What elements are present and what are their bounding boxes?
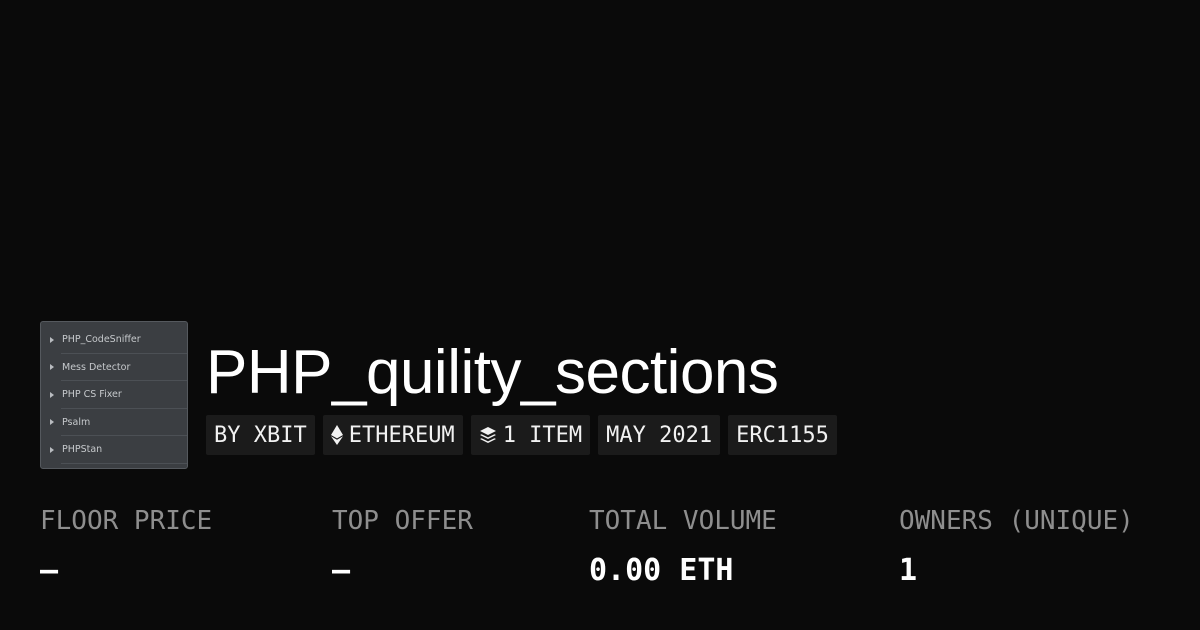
thumbnail-menu-label: Mess Detector [62, 361, 131, 373]
thumbnail-menu-list: PHP_CodeSniffer Mess Detector PHP CS Fix… [41, 326, 187, 464]
thumbnail-menu-item: PHPStan [41, 436, 187, 464]
caret-right-icon [50, 391, 54, 398]
floor-price-label: FLOOR PRICE [40, 506, 213, 536]
ethereum-icon [330, 425, 343, 445]
item-count-tag: 1 ITEM [470, 415, 591, 455]
thumbnail-menu-label: PHP CS Fixer [62, 389, 122, 401]
thumbnail-menu-item: Psalm [41, 409, 187, 437]
floor-price-stat: FLOOR PRICE — [40, 503, 212, 589]
thumbnail-menu-item: PHP CS Fixer [41, 381, 187, 409]
collection-tags: BY XBIT ETHEREUM 1 ITEM MAY 2021 ERC1155 [206, 415, 837, 455]
date-tag-label: MAY 2021 [606, 422, 713, 448]
caret-right-icon [50, 446, 54, 453]
creator-tag: BY XBIT [206, 415, 315, 455]
total-volume-label: TOTAL VOLUME [589, 506, 777, 536]
chain-tag-label: ETHEREUM [348, 422, 455, 448]
item-count-tag-label: 1 ITEM [502, 422, 583, 448]
thumbnail-menu-label: PHP_CodeSniffer [62, 334, 141, 346]
thumbnail-menu-label: Psalm [62, 416, 91, 428]
date-tag: MAY 2021 [598, 415, 721, 455]
token-standard-tag-label: ERC1155 [736, 422, 829, 448]
thumbnail-menu-item: PHP_CodeSniffer [41, 326, 187, 354]
caret-right-icon [50, 419, 54, 426]
owners-stat: OWNERS (UNIQUE) 1 [899, 503, 1134, 589]
collection-thumbnail: PHP_CodeSniffer Mess Detector PHP CS Fix… [40, 321, 188, 469]
total-volume-stat: TOTAL VOLUME 0.00 ETH [589, 503, 777, 589]
thumbnail-menu-label: PHPStan [62, 444, 103, 456]
chain-tag: ETHEREUM [322, 415, 463, 455]
owners-label: OWNERS (UNIQUE) [899, 506, 1134, 536]
token-standard-tag: ERC1155 [728, 415, 837, 455]
top-offer-stat: TOP OFFER — [332, 503, 473, 589]
total-volume-value: 0.00 ETH [589, 553, 734, 588]
top-offer-label: TOP OFFER [332, 506, 473, 536]
layers-icon [479, 427, 496, 443]
caret-right-icon [50, 336, 54, 343]
owners-value: 1 [899, 553, 918, 588]
caret-right-icon [50, 364, 54, 371]
collection-title: PHP_quility_sections [206, 338, 779, 407]
creator-tag-label: BY XBIT [214, 422, 307, 448]
top-offer-value: — [332, 553, 351, 588]
thumbnail-menu-item: Mess Detector [41, 354, 187, 382]
floor-price-value: — [40, 553, 59, 588]
